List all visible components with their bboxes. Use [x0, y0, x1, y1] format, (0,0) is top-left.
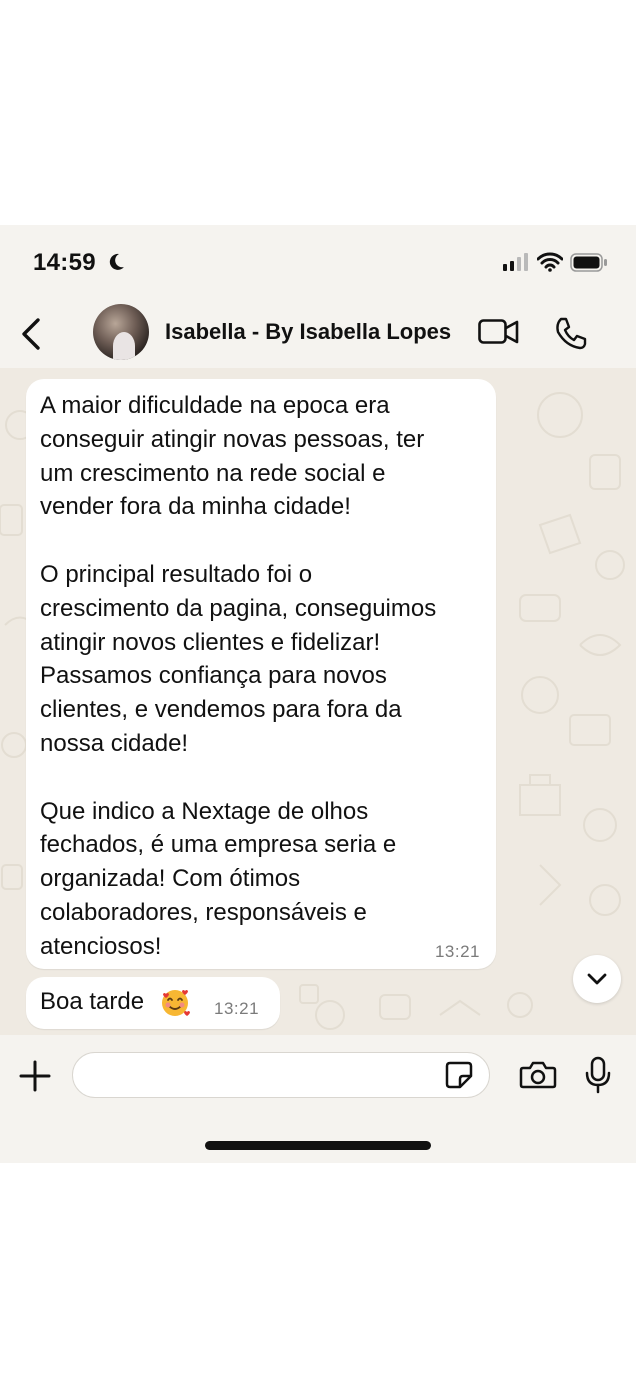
sticker-icon[interactable] [444, 1060, 474, 1090]
message-bubble[interactable]: A maior dificuldade na epoca era consegu… [26, 379, 496, 969]
camera-icon[interactable] [519, 1060, 557, 1090]
phone-icon[interactable] [554, 316, 588, 350]
message-text: Boa tarde [40, 988, 145, 1015]
contact-name[interactable]: Isabella - By Isabella Lopes [165, 319, 451, 345]
battery-icon [570, 253, 607, 272]
chat-header: Isabella - By Isabella Lopes [0, 300, 636, 368]
microphone-icon[interactable] [584, 1056, 612, 1094]
status-time: 14:59 [33, 249, 96, 276]
home-indicator [205, 1141, 431, 1150]
status-bar: 14:59 [0, 225, 636, 300]
message-time: 13:21 [214, 999, 260, 1018]
wifi-icon [537, 252, 563, 272]
plus-icon[interactable] [18, 1059, 52, 1093]
scroll-to-bottom-button[interactable] [573, 955, 621, 1003]
message-text: A maior dificuldade na epoca era consegu… [40, 392, 437, 960]
chevron-left-icon[interactable] [18, 316, 44, 352]
message-time: 13:21 [434, 942, 480, 961]
moon-icon [109, 253, 124, 270]
whatsapp-chat-screen: 14:59 Isabella - By Isabella Lopes A mai… [0, 225, 636, 1163]
chevron-down-icon [587, 973, 607, 985]
smiling-face-with-hearts-icon [162, 990, 190, 1016]
signal-icon [503, 253, 528, 271]
avatar[interactable] [93, 304, 149, 360]
message-input[interactable] [72, 1052, 490, 1098]
video-camera-icon[interactable] [478, 318, 520, 346]
message-bubble[interactable]: Boa tarde 13:21 [26, 977, 280, 1029]
message-input-bar [0, 1035, 636, 1163]
